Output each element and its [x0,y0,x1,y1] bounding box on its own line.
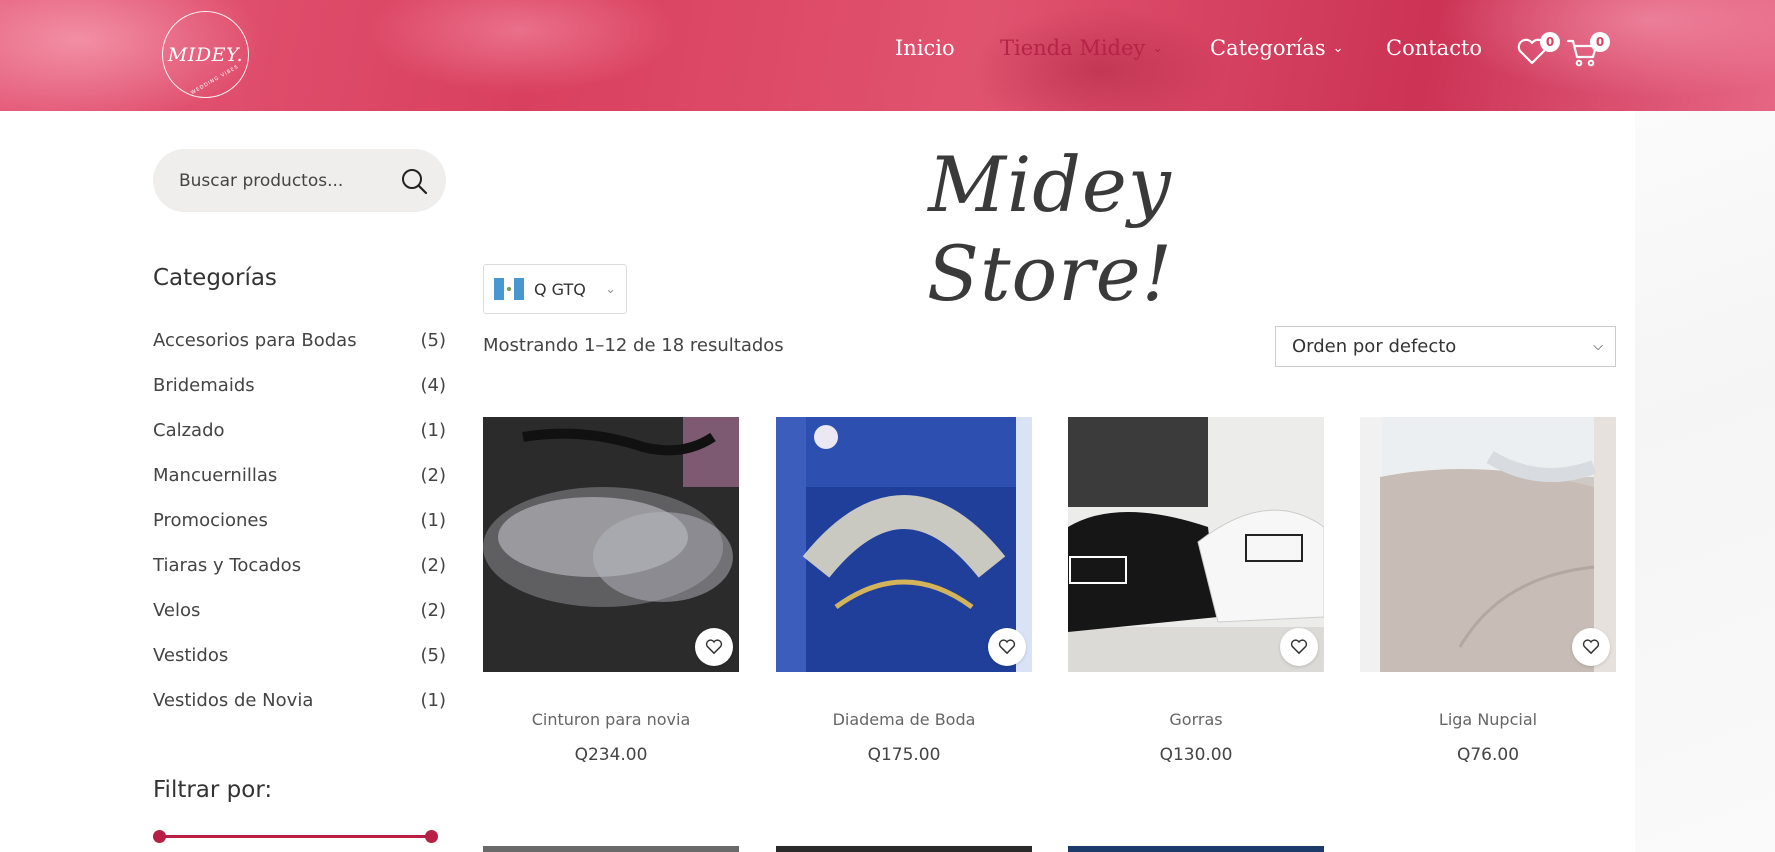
product-card[interactable]: Cinturon para novia Q234.00 [483,417,739,765]
orderby-select[interactable]: Orden por defecto ⌵ [1275,326,1616,367]
product-image[interactable] [1360,417,1616,672]
product-name[interactable]: Cinturon para novia [483,710,739,729]
cart-button[interactable]: 0 [1566,32,1610,70]
category-name[interactable]: Bridemaids [153,375,255,420]
filter-heading: Filtrar por: [153,777,273,803]
product-price: Q130.00 [1159,745,1233,765]
logo-subtext: WEDDING VIBES [189,63,240,97]
product-name[interactable]: Gorras [1068,710,1324,729]
nav-inicio-label: Inicio [895,36,955,60]
nav-categorias-label: Categorías [1210,36,1326,60]
wishlist-button[interactable]: 0 [1516,32,1560,70]
category-name[interactable]: Vestidos de Novia [153,690,313,735]
product-search [153,149,446,212]
cart-count-badge: 0 [1590,32,1610,52]
category-list: Accesorios para Bodas (5) Bridemaids (4)… [153,330,446,735]
product-image-next-row[interactable] [776,846,1032,852]
heart-icon [1290,639,1308,655]
category-item[interactable]: Bridemaids (4) [153,375,446,420]
categories-heading: Categorías [153,265,277,291]
category-count: (2) [420,555,447,576]
currency-switcher[interactable]: Q GTQ ⌄ [483,264,627,314]
category-name[interactable]: Vestidos [153,645,228,690]
slider-track [157,835,434,838]
site-header: MIDEY. WEDDING VIBES Inicio Tienda Midey… [0,0,1775,111]
add-to-wishlist-button[interactable] [695,628,733,666]
product-card[interactable]: Liga Nupcial Q76.00 [1360,417,1616,765]
nav-tienda-midey[interactable]: Tienda Midey ⌄ [1000,36,1163,60]
wishlist-count-badge: 0 [1540,32,1560,52]
nav-contacto-label: Contacto [1386,36,1483,60]
category-item[interactable]: Mancuernillas (2) [153,465,446,510]
product-name[interactable]: Liga Nupcial [1360,710,1616,729]
add-to-wishlist-button[interactable] [988,628,1026,666]
category-item[interactable]: Vestidos de Novia (1) [153,690,446,735]
product-price: Q175.00 [867,745,941,765]
product-name[interactable]: Diadema de Boda [776,710,1032,729]
category-item[interactable]: Calzado (1) [153,420,446,465]
category-item[interactable]: Promociones (1) [153,510,446,555]
logo-text: MIDEY. [167,43,244,66]
category-count: (5) [420,645,447,666]
category-name[interactable]: Tiaras y Tocados [153,555,301,600]
category-name[interactable]: Velos [153,600,200,645]
category-item[interactable]: Tiaras y Tocados (2) [153,555,446,600]
category-count: (4) [420,375,447,396]
product-image[interactable] [776,417,1032,672]
site-logo[interactable]: MIDEY. WEDDING VIBES [162,11,249,98]
product-image-next-row[interactable] [483,846,739,852]
add-to-wishlist-button[interactable] [1280,628,1318,666]
category-count: (1) [420,510,447,531]
store-title: Midey Store! [926,140,1174,318]
heart-icon [998,639,1016,655]
nav-contacto[interactable]: Contacto [1386,36,1482,60]
result-count: Mostrando 1–12 de 18 resultados [483,335,784,356]
search-input[interactable] [179,170,389,191]
orderby-value: Orden por defecto [1292,336,1457,357]
product-image-next-row[interactable] [1068,846,1324,852]
category-count: (2) [420,465,447,486]
guatemala-flag-icon [494,278,524,300]
category-name[interactable]: Calzado [153,420,225,465]
category-count: (2) [420,600,447,621]
currency-label: Q GTQ [534,279,586,299]
category-count: (1) [420,690,447,711]
category-name[interactable]: Promociones [153,510,268,555]
slider-min-handle[interactable] [153,830,166,843]
category-name[interactable]: Mancuernillas [153,465,277,510]
nav-inicio[interactable]: Inicio [895,36,955,60]
category-item[interactable]: Vestidos (5) [153,645,446,690]
product-card[interactable]: Diadema de Boda Q175.00 [776,417,1032,765]
product-card[interactable]: Gorras Q130.00 [1068,417,1324,765]
chevron-down-icon: ⌵ [1593,339,1603,354]
nav-tienda-label: Tienda Midey [1000,36,1146,60]
search-icon[interactable] [400,167,428,195]
price-range-slider[interactable] [153,830,438,844]
category-count: (1) [420,420,447,441]
chevron-down-icon: ⌄ [605,281,616,297]
heart-icon [1582,639,1600,655]
chevron-down-icon: ⌄ [1332,40,1344,56]
product-image[interactable] [483,417,739,672]
decorative-background [1635,111,1775,852]
add-to-wishlist-button[interactable] [1572,628,1610,666]
category-item[interactable]: Accesorios para Bodas (5) [153,330,446,375]
product-image[interactable] [1068,417,1324,672]
heart-icon [705,639,723,655]
slider-max-handle[interactable] [425,830,438,843]
category-name[interactable]: Accesorios para Bodas [153,330,357,375]
product-price: Q76.00 [1456,745,1520,765]
category-count: (5) [420,330,447,351]
category-item[interactable]: Velos (2) [153,600,446,645]
nav-categorias[interactable]: Categorías ⌄ [1210,36,1344,60]
product-price: Q234.00 [574,745,648,765]
chevron-down-icon: ⌄ [1152,40,1164,56]
